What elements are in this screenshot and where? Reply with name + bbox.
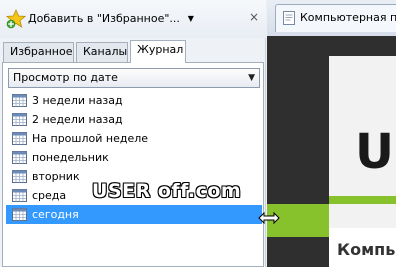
- page-heading: Компь: [337, 240, 396, 259]
- history-panel: Просмотр по дате ▼ 3 недели назад 2 неде…: [2, 62, 264, 267]
- favorites-tabs: Избранное Каналы Журнал: [0, 40, 266, 63]
- history-item-label: 3 недели назад: [32, 94, 123, 107]
- dropdown-arrow-icon: ▼: [248, 73, 255, 83]
- history-item-label: 2 недели назад: [32, 113, 123, 126]
- calendar-icon: [12, 189, 27, 202]
- chevron-down-icon: ▼: [187, 14, 194, 23]
- browser-tab-title: Компьютерная п: [300, 11, 396, 24]
- calendar-icon: [12, 170, 27, 183]
- history-item-label: вторник: [32, 170, 80, 183]
- view-by-select[interactable]: Просмотр по дате ▼: [8, 68, 260, 88]
- favorites-pane: Добавить в "Избранное"... ▼ × Избранное …: [0, 0, 266, 267]
- history-item-label: сегодня: [32, 208, 79, 221]
- history-item-2-weeks-ago[interactable]: 2 недели назад: [6, 110, 262, 129]
- browser-tab[interactable]: Компьютерная п: [275, 4, 396, 32]
- calendar-icon: [12, 113, 27, 126]
- history-item-label: понедельник: [32, 151, 109, 164]
- watermark-text: USER off.com: [92, 180, 242, 202]
- page-green-stripe: [329, 196, 396, 204]
- calendar-icon: [12, 94, 27, 107]
- add-to-favorites-button[interactable]: Добавить в "Избранное"... ▼: [28, 10, 194, 28]
- calendar-icon: [12, 151, 27, 164]
- history-item-3-weeks-ago[interactable]: 3 недели назад: [6, 91, 262, 110]
- resize-splitter-cursor-icon[interactable]: [257, 208, 281, 228]
- history-item-label: На прошлой неделе: [32, 132, 149, 145]
- browser-tab-bar: Компьютерная п: [267, 0, 396, 36]
- calendar-icon: [12, 208, 27, 221]
- watermark: USER off.com: [92, 180, 241, 210]
- web-page-content: U Компь: [267, 36, 396, 267]
- history-item-label: среда: [32, 189, 67, 202]
- page-favicon-icon: [283, 11, 295, 25]
- browser-area: Компьютерная п U Компь: [267, 0, 396, 267]
- page-logo-letter: U: [355, 124, 394, 180]
- tab-history[interactable]: Журнал: [130, 40, 186, 63]
- calendar-icon: [12, 132, 27, 145]
- close-pane-button[interactable]: ×: [247, 9, 261, 25]
- history-item-monday[interactable]: понедельник: [6, 148, 262, 167]
- view-by-selected-value: Просмотр по дате: [13, 71, 118, 84]
- tab-favorites[interactable]: Избранное: [3, 42, 74, 62]
- tab-feeds[interactable]: Каналы: [76, 42, 128, 62]
- add-favorite-star-icon[interactable]: [6, 9, 26, 29]
- history-item-last-week[interactable]: На прошлой неделе: [6, 129, 262, 148]
- add-to-favorites-label: Добавить в "Избранное"...: [28, 12, 180, 25]
- favorites-header: Добавить в "Избранное"... ▼ ×: [0, 0, 266, 38]
